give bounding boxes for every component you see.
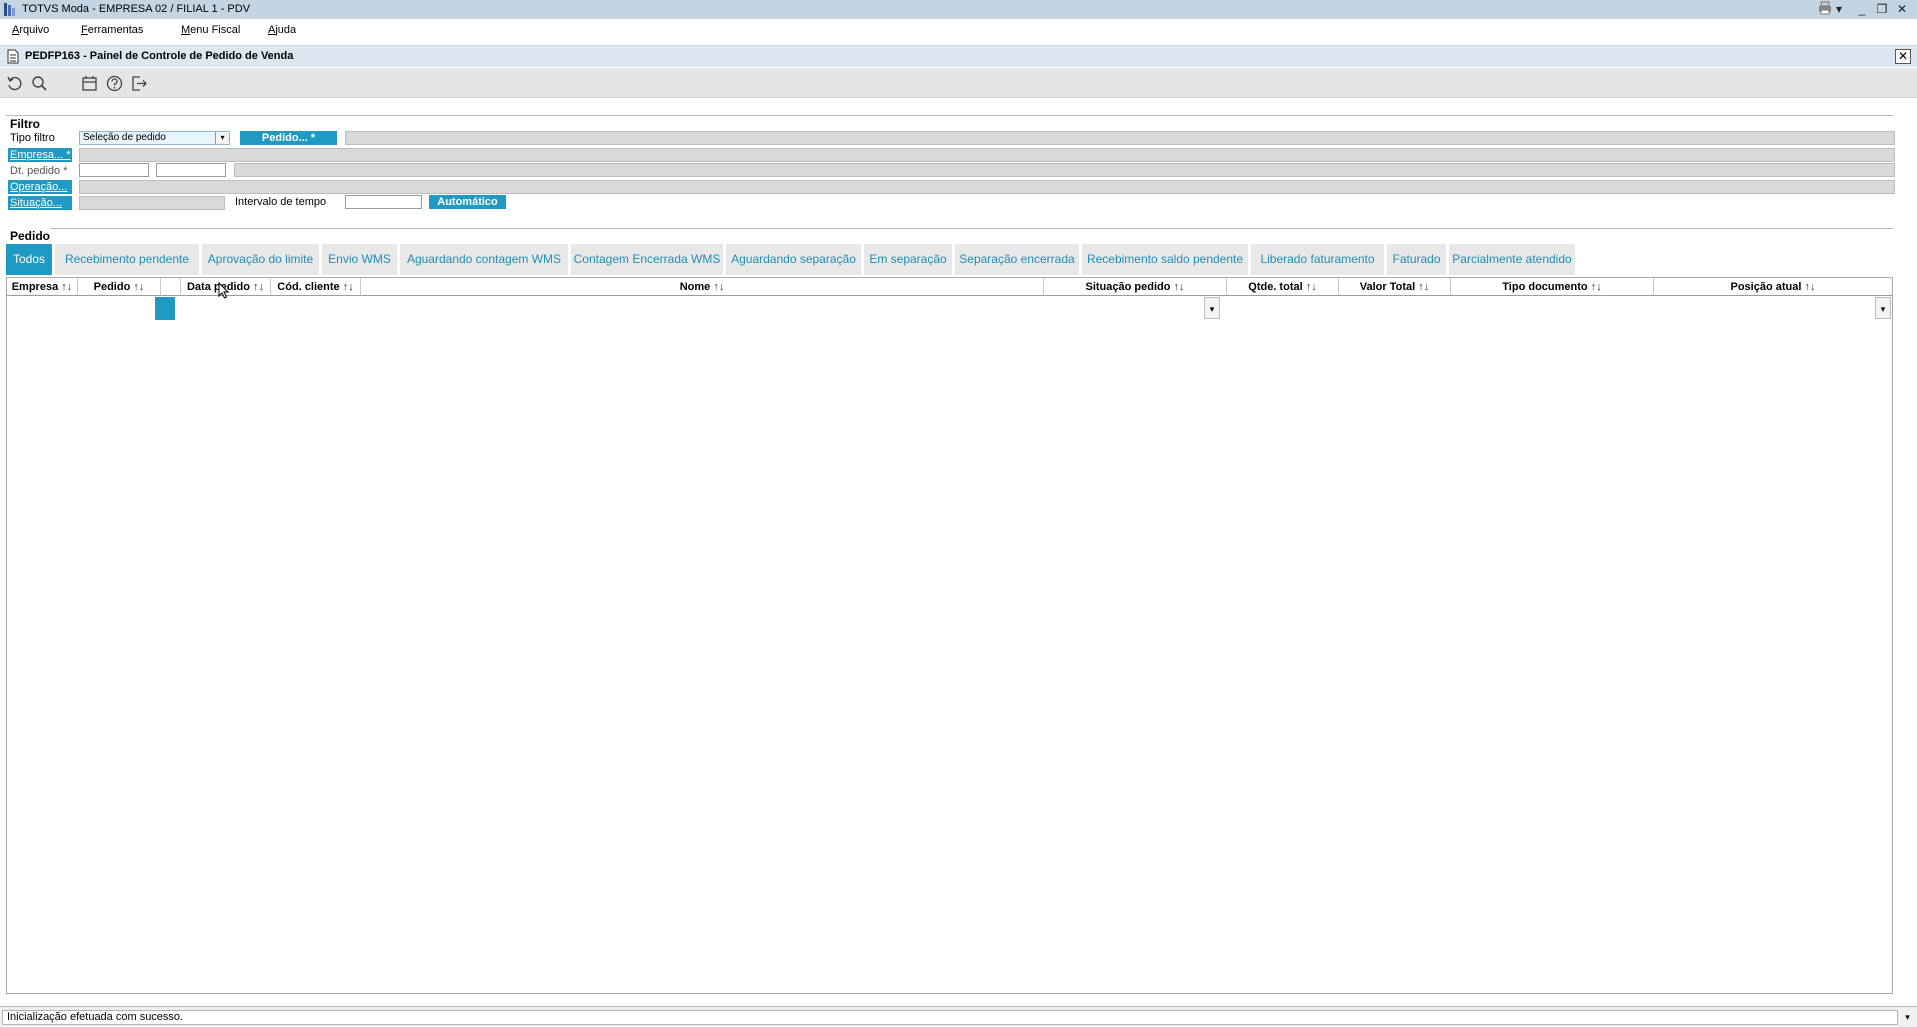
menu-fiscal[interactable]: Menu Fiscal bbox=[181, 24, 240, 36]
chevron-down-icon[interactable]: ▾ bbox=[215, 132, 229, 144]
sort-icon[interactable]: ↑↓ bbox=[133, 281, 144, 293]
tab-recebimento-saldo-pendente[interactable]: Recebimento saldo pendente bbox=[1082, 244, 1248, 275]
window-close-icon[interactable]: ✕ bbox=[1893, 1, 1911, 18]
calendar-icon[interactable] bbox=[81, 75, 98, 92]
col-tipo-documento[interactable]: Tipo documento ↑↓ bbox=[1451, 278, 1654, 296]
status-bar: Inicialização efetuada com sucesso. ▾ bbox=[0, 1006, 1917, 1027]
form-header: PEDFP163 - Painel de Controle de Pedido … bbox=[0, 45, 1917, 67]
mouse-cursor-icon bbox=[218, 282, 230, 299]
tab-aguardando-separacao[interactable]: Aguardando separação bbox=[726, 244, 861, 275]
app-icon bbox=[4, 3, 15, 16]
col-posicao-atual[interactable]: Posição atual ↑↓ bbox=[1654, 278, 1892, 296]
situacao-display-field bbox=[79, 196, 225, 210]
sort-icon[interactable]: ↑↓ bbox=[1804, 281, 1815, 293]
minimize-icon[interactable]: _ bbox=[1853, 1, 1871, 18]
dt-pedido-end-input[interactable] bbox=[156, 163, 226, 177]
tab-parcialmente-atendido[interactable]: Parcialmente atendido bbox=[1449, 244, 1575, 275]
printer-dropdown-icon[interactable]: ▾ bbox=[1834, 1, 1844, 18]
pedido-display-field bbox=[345, 131, 1895, 145]
tab-recebimento-pendente[interactable]: Recebimento pendente bbox=[55, 244, 199, 275]
posicao-dropdown-icon[interactable]: ▾ bbox=[1875, 297, 1891, 319]
sort-icon[interactable]: ↑↓ bbox=[1174, 281, 1185, 293]
col-empresa[interactable]: Empresa ↑↓ bbox=[7, 278, 78, 296]
automatico-button[interactable]: Automático bbox=[429, 195, 506, 209]
status-message: Inicialização efetuada com sucesso. bbox=[2, 1010, 1898, 1025]
col-pedido[interactable]: Pedido ↑↓ bbox=[78, 278, 161, 296]
restore-icon[interactable]: ❐ bbox=[1873, 1, 1891, 18]
sort-icon[interactable]: ↑↓ bbox=[1306, 281, 1317, 293]
operacao-lookup[interactable]: Operação... bbox=[8, 180, 72, 194]
col-situacao-pedido[interactable]: Situação pedido ↑↓ bbox=[1044, 278, 1227, 296]
document-icon bbox=[7, 49, 19, 64]
filter-divider bbox=[6, 115, 1893, 116]
tab-contagem-encerrada-wms[interactable]: Contagem Encerrada WMS bbox=[571, 244, 723, 275]
window-title: TOTVS Moda - EMPRESA 02 / FILIAL 1 - PDV bbox=[22, 3, 251, 15]
printer-icon[interactable] bbox=[1816, 1, 1834, 18]
empresa-lookup[interactable]: Empresa... * bbox=[8, 148, 72, 162]
intervalo-label: Intervalo de tempo bbox=[235, 196, 327, 208]
help-icon[interactable] bbox=[106, 75, 123, 92]
tipo-filtro-select[interactable]: Seleção de pedido ▾ bbox=[79, 131, 230, 145]
tipo-filtro-value: Seleção de pedido bbox=[83, 132, 166, 143]
menu-bar: Arquivo Ferramentas Menu Fiscal Ajuda bbox=[0, 19, 1917, 42]
dt-pedido-label: Dt. pedido * bbox=[10, 165, 68, 177]
tab-separacao-encerrada[interactable]: Separação encerrada bbox=[955, 244, 1079, 275]
form-title: PEDFP163 - Painel de Controle de Pedido … bbox=[25, 50, 294, 62]
col-nome[interactable]: Nome ↑↓ bbox=[361, 278, 1044, 296]
search-icon[interactable] bbox=[31, 75, 48, 92]
tab-envio-wms[interactable]: Envio WMS bbox=[322, 244, 397, 275]
col-valor-total[interactable]: Valor Total ↑↓ bbox=[1339, 278, 1451, 296]
filter-section-title: Filtro bbox=[10, 117, 40, 131]
situacao-lookup[interactable]: Situação... bbox=[8, 196, 72, 210]
col-cod-cliente[interactable]: Cód. cliente ↑↓ bbox=[271, 278, 361, 296]
menu-arquivo[interactable]: Arquivo bbox=[12, 24, 49, 36]
tipo-filtro-label: Tipo filtro bbox=[10, 132, 55, 144]
menu-ferramentas[interactable]: Ferramentas bbox=[81, 24, 143, 36]
selected-row-indicator[interactable] bbox=[155, 297, 175, 320]
empresa-display-field bbox=[79, 148, 1895, 162]
pedido-button[interactable]: Pedido... * bbox=[240, 131, 337, 145]
dt-pedido-display-field bbox=[234, 163, 1895, 177]
dt-pedido-start-input[interactable] bbox=[79, 163, 149, 177]
form-close-button[interactable]: ✕ bbox=[1895, 49, 1911, 64]
tab-em-separacao[interactable]: Em separação bbox=[864, 244, 952, 275]
sort-icon[interactable]: ↑↓ bbox=[253, 281, 264, 293]
operacao-display-field bbox=[79, 180, 1895, 194]
tab-aprovacao-limite[interactable]: Aprovação do limite bbox=[202, 244, 319, 275]
sort-icon[interactable]: ↑↓ bbox=[713, 281, 724, 293]
tab-aguardando-contagem-wms[interactable]: Aguardando contagem WMS bbox=[400, 244, 568, 275]
col-qtde-total[interactable]: Qtde. total ↑↓ bbox=[1227, 278, 1339, 296]
exit-icon[interactable] bbox=[131, 75, 148, 92]
sort-icon[interactable]: ↑↓ bbox=[61, 281, 72, 293]
status-dropdown-icon[interactable]: ▾ bbox=[1900, 1010, 1915, 1025]
window-titlebar: TOTVS Moda - EMPRESA 02 / FILIAL 1 - PDV… bbox=[0, 0, 1917, 19]
sort-icon[interactable]: ↑↓ bbox=[1418, 281, 1429, 293]
tab-liberado-faturamento[interactable]: Liberado faturamento bbox=[1251, 244, 1384, 275]
tab-faturado[interactable]: Faturado bbox=[1387, 244, 1446, 275]
sort-icon[interactable]: ↑↓ bbox=[1591, 281, 1602, 293]
tab-todos[interactable]: Todos bbox=[6, 244, 52, 275]
col-blank[interactable] bbox=[161, 278, 181, 296]
pedido-divider bbox=[50, 228, 1893, 229]
situacao-dropdown-icon[interactable]: ▾ bbox=[1204, 297, 1220, 319]
toolbar bbox=[0, 68, 1917, 98]
pedido-section-title: Pedido bbox=[10, 229, 51, 243]
intervalo-input[interactable] bbox=[345, 195, 422, 209]
sort-icon[interactable]: ↑↓ bbox=[343, 281, 354, 293]
menu-ajuda[interactable]: Ajuda bbox=[268, 24, 296, 36]
pedido-grid[interactable]: Empresa ↑↓ Pedido ↑↓ Data pedido ↑↓ Cód.… bbox=[6, 277, 1893, 994]
refresh-icon[interactable] bbox=[6, 75, 23, 92]
